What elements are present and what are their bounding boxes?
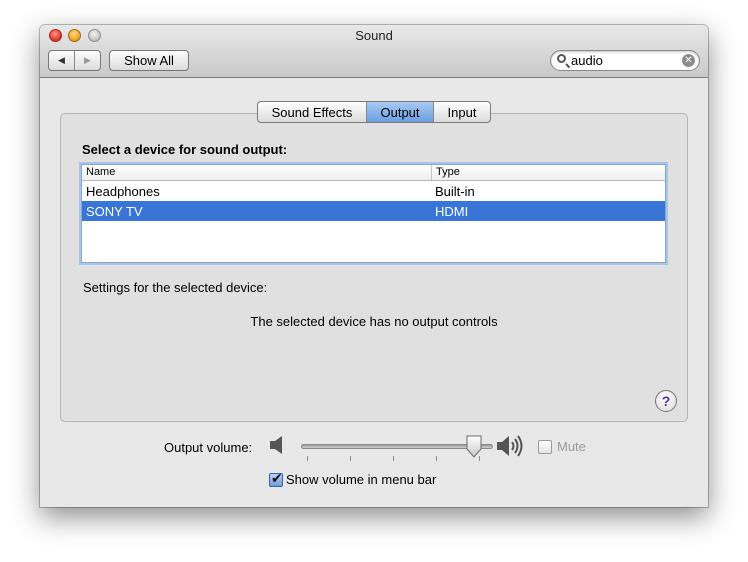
table-header: Name Type (82, 165, 665, 181)
device-type: Built-in (435, 183, 475, 199)
device-select-heading: Select a device for sound output: (82, 142, 288, 157)
tab-sound-effects[interactable]: Sound Effects (258, 102, 366, 122)
sound-preferences-window: Sound ◀ ▶ Show All audio ✕ Sound Effects… (40, 25, 708, 507)
settings-label: Settings for the selected device: (83, 280, 268, 295)
search-icon (557, 54, 566, 63)
show-all-button[interactable]: Show All (109, 50, 189, 71)
no-controls-message: The selected device has no output contro… (250, 314, 498, 329)
show-volume-menu-bar-checkbox[interactable]: Show volume in menu bar (269, 470, 437, 487)
clear-search-icon[interactable]: ✕ (682, 54, 695, 67)
mute-checkbox[interactable]: Mute (538, 439, 586, 454)
device-name: SONY TV (86, 203, 143, 219)
speaker-high-icon (497, 435, 523, 457)
mute-checkbox-box[interactable] (538, 439, 552, 454)
output-volume-label: Output volume: (164, 440, 253, 455)
device-type: HDMI (435, 203, 469, 219)
show-volume-checkbox-box[interactable] (269, 470, 283, 487)
column-header-name[interactable]: Name (82, 165, 431, 180)
show-volume-label: Show volume in menu bar (286, 472, 437, 487)
back-arrow-icon[interactable]: ◀ (49, 51, 74, 70)
speaker-low-icon (270, 436, 282, 454)
device-name: Headphones (86, 183, 160, 199)
mute-label: Mute (557, 439, 586, 454)
column-header-type[interactable]: Type (431, 165, 665, 180)
volume-slider-knob[interactable] (465, 435, 483, 459)
tab-output[interactable]: Output (366, 102, 433, 122)
back-forward-control: ◀ ▶ (48, 50, 101, 71)
window-title: Sound (355, 28, 393, 43)
table-row[interactable]: Headphones Built-in (82, 181, 665, 201)
table-row[interactable]: SONY TV HDMI (82, 201, 665, 221)
output-device-table[interactable]: Name Type Headphones Built-in SONY TV HD… (81, 164, 666, 263)
title-bar: Sound ◀ ▶ Show All audio ✕ (40, 25, 708, 78)
search-input[interactable]: audio (571, 53, 603, 68)
help-button[interactable]: ? (655, 390, 677, 412)
search-field[interactable]: audio ✕ (550, 50, 700, 71)
tab-content-box (60, 113, 688, 422)
tab-bar: Sound Effects Output Input (257, 101, 491, 123)
tab-input[interactable]: Input (433, 102, 490, 122)
forward-arrow-icon[interactable]: ▶ (74, 51, 100, 70)
